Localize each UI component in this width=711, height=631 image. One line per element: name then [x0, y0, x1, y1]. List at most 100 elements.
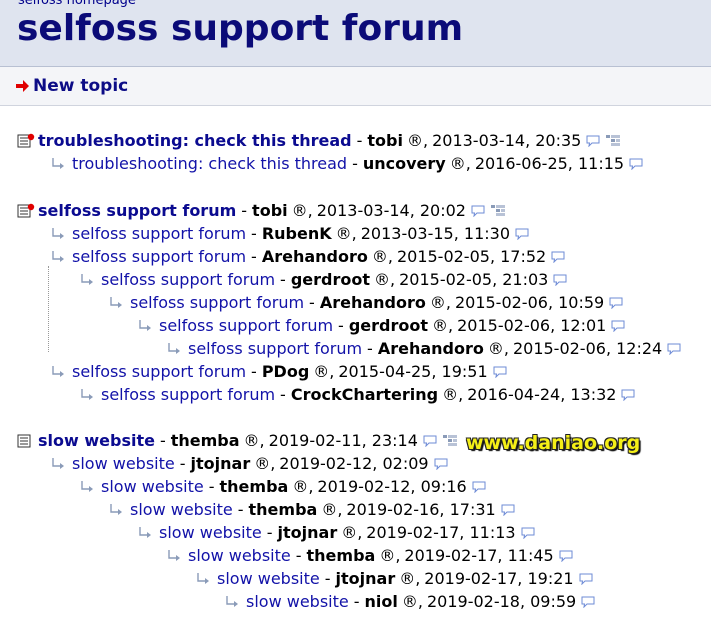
separator: - — [295, 546, 302, 565]
registered-mark: ® — [432, 316, 448, 335]
reply-row: troubleshooting: check this thread - uncov… — [49, 152, 643, 175]
post-subject-link[interactable]: selfoss support forum — [188, 339, 362, 358]
reply-bubble-icon[interactable] — [559, 550, 573, 562]
post-author: niol — [364, 592, 398, 611]
thread-tree-icon[interactable] — [442, 434, 457, 447]
post-datetime: 2013-03-14, 20:35 — [432, 131, 582, 150]
post-subject-link[interactable]: selfoss support forum — [159, 316, 333, 335]
post-subject-link[interactable]: slow website — [188, 546, 291, 565]
post-datetime: 2015-02-06, 10:59 — [454, 293, 605, 312]
reply-bubble-icon[interactable] — [611, 320, 625, 332]
new-topic-link[interactable]: New topic — [16, 76, 128, 96]
reply-bubble-icon[interactable] — [493, 366, 507, 378]
post-subject-link[interactable]: troubleshooting: check this thread — [38, 131, 352, 150]
separator: - — [280, 270, 286, 289]
comma: , — [458, 385, 464, 404]
post-datetime: 2019-02-17, 19:21 — [424, 569, 574, 588]
separator: - — [280, 385, 286, 404]
reply-bubble-icon[interactable] — [629, 158, 643, 170]
registered-mark: ® — [406, 131, 423, 150]
separator: - — [309, 293, 315, 312]
reply-row: slow website - themba ®, 2019-02-16, 17:31 — [107, 498, 515, 521]
reply-arrow-icon — [52, 250, 64, 262]
reply-row: selfoss support forum - Arehandoro ®, 2015-0… — [107, 291, 623, 314]
reply-bubble-icon[interactable] — [586, 135, 600, 147]
post-author: jtojnar — [335, 569, 396, 588]
reply-bubble-icon[interactable] — [553, 274, 567, 286]
reply-arrow-icon — [81, 273, 93, 285]
reply-bubble-icon[interactable] — [521, 527, 535, 539]
reply-row: slow website - niol ®, 2019-02-18, 09:59 — [223, 590, 595, 613]
post-subject-link[interactable]: slow website — [72, 454, 175, 473]
reply-arrow-icon — [168, 549, 180, 561]
reply-bubble-icon[interactable] — [579, 573, 593, 585]
reply-bubble-icon[interactable] — [581, 596, 595, 608]
post-subject-link[interactable]: troubleshooting: check this thread — [72, 154, 347, 173]
registered-mark: ® — [243, 431, 260, 450]
arrow-right-icon — [16, 80, 29, 92]
post-author: PDog — [261, 362, 310, 381]
post-datetime: 2015-04-25, 19:51 — [338, 362, 488, 381]
thread-icon — [17, 133, 35, 147]
post-datetime: 2015-02-05, 21:03 — [399, 270, 549, 289]
reply-row: selfoss support forum - CrockChartering ®, 2… — [78, 383, 635, 406]
registered-mark: ® — [449, 154, 466, 173]
thread-icon — [17, 434, 31, 447]
reply-arrow-icon — [81, 388, 93, 400]
comma: , — [422, 131, 429, 150]
post-datetime: 2019-02-17, 11:13 — [366, 523, 516, 542]
post-datetime: 2019-02-18, 09:59 — [426, 592, 577, 611]
reply-bubble-icon[interactable] — [501, 504, 515, 516]
reply-bubble-icon[interactable] — [471, 205, 485, 217]
post-subject-link[interactable]: selfoss support forum — [130, 293, 304, 312]
post-subject-link[interactable]: selfoss support forum — [38, 201, 236, 220]
reply-bubble-icon[interactable] — [472, 481, 486, 493]
reply-bubble-icon[interactable] — [667, 343, 681, 355]
thread-starter-row: troubleshooting: check this thread - tobi ®… — [17, 129, 621, 152]
reply-arrow-icon — [197, 572, 209, 584]
post-subject-link[interactable]: selfoss support forum — [101, 385, 275, 404]
reply-bubble-icon[interactable] — [434, 458, 448, 470]
separator: - — [251, 362, 257, 381]
reply-row: selfoss support forum - gerdroot ®, 2015-02-… — [136, 314, 625, 337]
post-datetime: 2015-02-05, 17:52 — [396, 247, 547, 266]
registered-mark: ® — [291, 201, 308, 220]
post-subject-link[interactable]: slow website — [246, 592, 349, 611]
reply-bubble-icon[interactable] — [621, 389, 635, 401]
reply-arrow-icon — [52, 227, 64, 239]
post-subject-link[interactable]: slow website — [217, 569, 320, 588]
comma: , — [329, 362, 335, 381]
post-datetime: 2019-02-11, 23:14 — [268, 431, 418, 450]
post-subject-link[interactable]: slow website — [38, 431, 155, 450]
watermark: www.daniao.org — [466, 432, 641, 454]
reply-row: selfoss support forum - gerdroot ®, 2015-02-… — [78, 268, 567, 291]
reply-bubble-icon[interactable] — [423, 435, 437, 447]
thread-tree-icon[interactable] — [606, 134, 621, 147]
post-subject-link[interactable]: selfoss support forum — [72, 362, 246, 381]
post-subject-link[interactable]: slow website — [159, 523, 262, 542]
separator: - — [208, 477, 215, 496]
post-subject-link[interactable]: slow website — [101, 477, 204, 496]
reply-row: selfoss support forum - Arehandoro ®, 2015-0… — [49, 245, 565, 268]
post-author: CrockChartering — [290, 385, 439, 404]
separator: - — [179, 454, 186, 473]
registered-mark: ® — [374, 270, 390, 289]
registered-mark: ® — [379, 546, 396, 565]
reply-bubble-icon[interactable] — [551, 251, 565, 263]
post-subject-link[interactable]: selfoss support forum — [101, 270, 275, 289]
comma: , — [307, 201, 313, 220]
registered-mark: ® — [341, 523, 358, 542]
comma: , — [503, 339, 509, 358]
registered-mark: ® — [371, 247, 388, 266]
thread-connector-line — [48, 266, 49, 352]
post-subject-link[interactable]: slow website — [130, 500, 233, 519]
reply-bubble-icon[interactable] — [609, 297, 623, 309]
post-subject-link[interactable]: selfoss support forum — [72, 247, 246, 266]
homepage-link[interactable]: selfoss homepage — [18, 0, 136, 8]
registered-mark: ® — [401, 592, 418, 611]
registered-mark: ® — [399, 569, 416, 588]
comma: , — [259, 431, 265, 450]
post-subject-link[interactable]: selfoss support forum — [72, 224, 246, 243]
reply-bubble-icon[interactable] — [515, 228, 529, 240]
thread-tree-icon[interactable] — [490, 204, 505, 217]
